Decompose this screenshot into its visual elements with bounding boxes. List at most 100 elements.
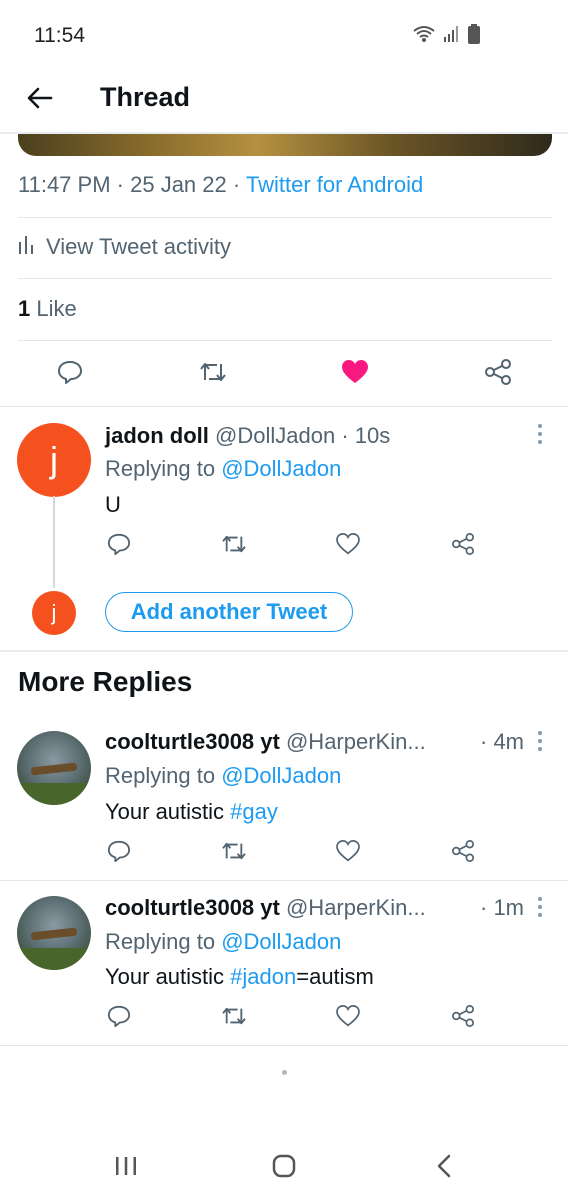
author-name[interactable]: coolturtle3008 yt [105,895,280,920]
author-name[interactable]: coolturtle3008 yt [105,729,280,754]
retweet-button[interactable] [214,998,254,1038]
tweet-age-value: 1m [493,895,524,920]
view-tweet-activity[interactable]: View Tweet activity [18,234,231,260]
author-handle[interactable]: @HarperKin... [286,895,426,920]
divider [0,406,568,407]
divider [18,278,552,279]
more-options-icon[interactable] [532,422,548,446]
reply-icon [57,359,83,390]
heart-icon [336,532,360,560]
meta-separator: · [226,172,246,197]
tweet-age-value: 4m [493,729,524,754]
add-another-tweet-button[interactable]: Add another Tweet [105,592,353,632]
tweet-header: coolturtle3008 yt @HarperKin... [105,895,426,921]
home-button[interactable] [264,1148,304,1188]
tweet-age: · 1m [479,895,524,920]
share-icon [484,358,512,390]
avatar-photo-grass [17,783,91,805]
likes-count[interactable]: 1 Like [18,296,77,322]
author-name[interactable]: jadon doll [105,423,209,448]
avatar[interactable] [17,731,91,805]
replying-to-handle[interactable]: @DollJadon [221,929,341,954]
section-divider [0,650,568,652]
divider [18,217,552,218]
system-navigation-bar [0,1130,568,1200]
like-button[interactable] [335,354,375,394]
like-count-label: Like [30,296,77,321]
like-button[interactable] [328,833,368,873]
page-title: Thread [100,82,191,112]
tweet-text: U [105,492,121,517]
reply-icon [107,1004,131,1033]
avatar[interactable]: j [17,423,91,497]
reply-icon [107,532,131,561]
reply-button[interactable] [99,998,139,1038]
tweet-text-plain: Your autistic [105,964,231,989]
back-arrow-icon [27,87,53,114]
tweet-actions [0,998,568,1038]
reply-button[interactable] [99,833,139,873]
author-handle[interactable]: @DollJadon [215,423,335,448]
share-icon [451,839,475,867]
composer-avatar[interactable]: j [32,591,76,635]
chevron-left-icon [435,1154,453,1183]
view-tweet-activity-label: View Tweet activity [46,234,232,259]
tweet-media[interactable] [18,134,552,156]
header-separator: · [335,423,355,448]
tweet-age: 10s [354,423,391,448]
system-back-button[interactable] [424,1148,464,1188]
recent-apps-icon [114,1155,138,1182]
like-button[interactable] [328,526,368,566]
back-button[interactable] [20,80,60,120]
retweet-icon [221,1005,247,1032]
hashtag-link[interactable]: #jadon [230,964,296,989]
replying-to-prefix: Replying to [105,456,222,481]
replying-to-handle[interactable]: @DollJadon [221,763,341,788]
replying-to: Replying to @DollJadon [105,763,341,789]
tweet-source-link[interactable]: Twitter for Android [246,172,423,197]
replying-to-prefix: Replying to [105,763,222,788]
status-icons [412,24,480,49]
replying-to-prefix: Replying to [105,929,222,954]
signal-icon [444,25,460,48]
recent-apps-button[interactable] [106,1148,146,1188]
tweet-text-after: =autism [296,964,374,989]
retweet-icon [221,840,247,867]
more-replies-heading: More Replies [18,666,193,697]
reply-button[interactable] [50,354,90,394]
retweet-button[interactable] [193,354,233,394]
retweet-icon [199,360,227,389]
home-icon [271,1153,297,1184]
replying-to-handle[interactable]: @DollJadon [221,456,341,481]
avatar-photo-log [30,927,78,941]
author-handle[interactable]: @HarperKin... [286,729,426,754]
wifi-icon [412,24,436,49]
analytics-icon [18,234,34,260]
retweet-icon [221,533,247,560]
tweet-header: coolturtle3008 yt @HarperKin... [105,729,426,755]
meta-separator: · [110,172,131,197]
avatar[interactable] [17,896,91,970]
battery-icon [468,24,480,49]
reply-button[interactable] [99,526,139,566]
share-button[interactable] [443,526,483,566]
more-options-icon[interactable] [532,729,548,753]
share-button[interactable] [443,998,483,1038]
like-count-number: 1 [18,296,31,321]
like-button[interactable] [328,998,368,1038]
divider [18,340,552,341]
tweet-time: 11:47 PM [18,172,111,197]
avatar-photo-grass [17,948,91,970]
retweet-button[interactable] [214,833,254,873]
replying-to: Replying to @DollJadon [105,929,341,955]
share-button[interactable] [478,354,518,394]
hashtag-link[interactable]: #gay [230,799,278,824]
share-button[interactable] [443,833,483,873]
more-options-icon[interactable] [532,895,548,919]
app-bar: Thread [0,70,568,130]
tweet-header: jadon doll @DollJadon · 10s [105,423,390,449]
composer-avatar-letter: j [51,600,57,625]
divider [0,1045,568,1046]
tweet-age: · 4m [479,729,524,754]
retweet-button[interactable] [214,526,254,566]
